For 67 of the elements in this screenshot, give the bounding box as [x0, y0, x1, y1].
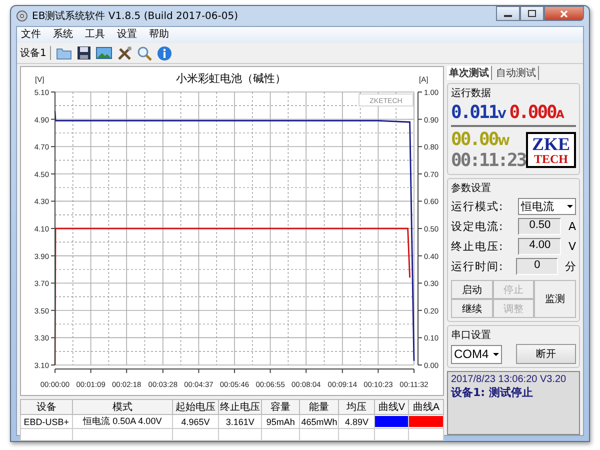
current-readout: 0.000: [509, 102, 556, 123]
mode-dropdown[interactable]: 恒电流: [518, 198, 576, 214]
maximize-icon: [528, 10, 536, 17]
chart-title: 小米彩虹电池（碱性）: [176, 72, 286, 85]
landscape-icon[interactable]: [96, 47, 112, 59]
field-label: 设定电流:: [451, 218, 505, 234]
status-text: 设备1: 测试停止: [451, 385, 534, 400]
save-icon[interactable]: [77, 46, 92, 60]
close-icon: [560, 10, 568, 18]
unit-label: V: [568, 240, 576, 252]
column-header: 设备: [20, 400, 72, 414]
folder-icon[interactable]: [56, 46, 72, 60]
minimize-button[interactable]: [496, 6, 520, 21]
unit-label: 分: [565, 258, 576, 274]
maximize-button[interactable]: [520, 6, 544, 21]
group-title: 串口设置: [451, 328, 492, 342]
disc-icon: [16, 10, 28, 22]
unit-label: A: [568, 220, 576, 232]
table-cell: 4.89V: [338, 414, 374, 428]
menu-item[interactable]: 系统: [53, 28, 73, 42]
input-field[interactable]: 4.00: [518, 238, 562, 254]
tab[interactable]: 单次测试: [447, 66, 492, 80]
action-button[interactable]: 继续: [451, 299, 493, 318]
power-readout: 00.00: [451, 129, 498, 150]
table-cell: 恒电流 0.50A 4.00V: [72, 414, 173, 428]
status-text: 2017/8/23 13:06:20 V3.20: [451, 374, 568, 385]
column-header: 能量: [299, 400, 339, 414]
voltage-readout: 0.011: [451, 102, 498, 123]
close-button[interactable]: [544, 6, 584, 21]
unit-label: A: [556, 108, 564, 121]
column-header: 模式: [72, 400, 173, 414]
unit-label: W: [498, 135, 510, 148]
menu-item[interactable]: 文件: [21, 28, 41, 42]
field-label: 终止电压:: [451, 238, 505, 254]
column-header: 曲线A: [408, 400, 444, 414]
table-cell: 95mAh: [262, 414, 300, 428]
window-title: EB测试系统软件 V1.8.5 (Build 2017-06-05): [32, 10, 238, 23]
tab[interactable]: 自动测试: [494, 66, 539, 80]
action-button[interactable]: 启动: [451, 280, 493, 299]
menu-item[interactable]: 设置: [117, 28, 137, 42]
logo: ZKE TECH: [526, 132, 576, 168]
info-icon[interactable]: [157, 46, 172, 60]
column-header: 终止电压: [218, 400, 262, 414]
column-header: 起始电压: [172, 400, 218, 414]
input-field[interactable]: 0: [516, 258, 558, 274]
port-dropdown[interactable]: COM4: [451, 344, 502, 364]
column-header: 容量: [262, 400, 300, 414]
menu-item[interactable]: 工具: [85, 28, 105, 42]
group-title: 参数设置: [451, 182, 492, 195]
search-icon[interactable]: [137, 46, 152, 60]
unit-label: V: [498, 108, 506, 121]
input-field[interactable]: 0.50: [518, 218, 562, 234]
time-readout: 00:11:23: [451, 150, 526, 171]
field-label: 运行时间:: [451, 258, 505, 274]
column-header: 均压: [338, 400, 374, 414]
menu-item[interactable]: 帮助: [149, 28, 169, 42]
table-cell: 4.965V: [172, 414, 218, 428]
field-label: 运行模式:: [451, 198, 505, 214]
group-title: 运行数据: [451, 86, 492, 100]
disconnect-button[interactable]: 断开: [516, 344, 576, 364]
table-cell: EBD-USB+: [20, 414, 72, 428]
action-button[interactable]: 监测: [534, 280, 576, 318]
table-cell: 3.161V: [218, 414, 262, 428]
device-label: 设备1: [20, 46, 52, 60]
tools-icon[interactable]: [117, 46, 132, 60]
table-cell: 465mWh: [299, 414, 339, 428]
column-header: 曲线V: [374, 400, 409, 414]
